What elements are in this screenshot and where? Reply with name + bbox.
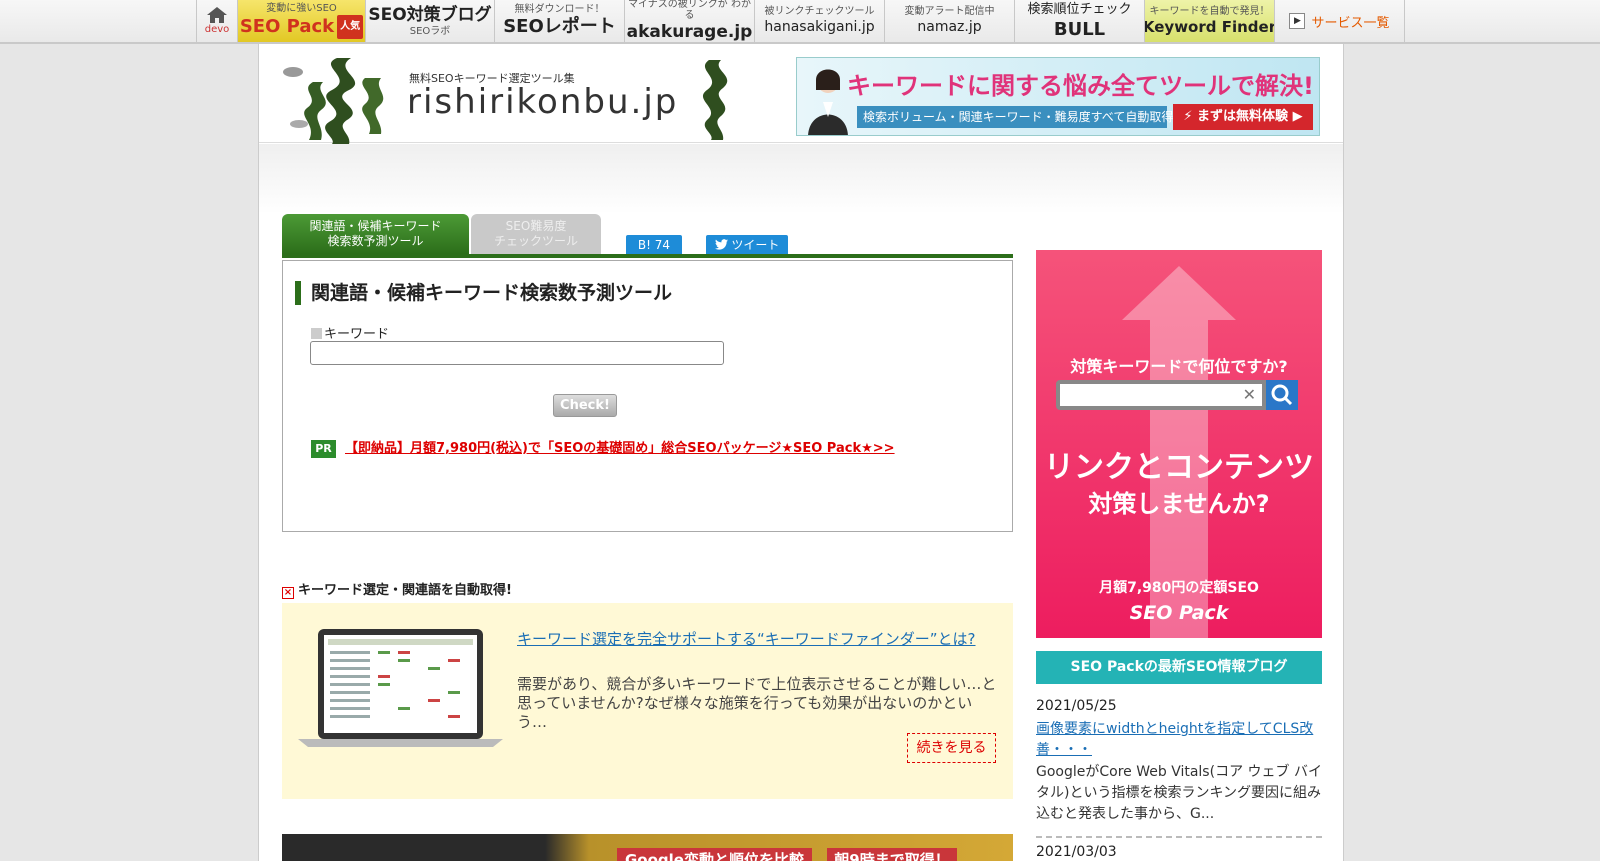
ad-headline-2: 対策しませんか? (1088, 490, 1270, 518)
ad-price: 月額7,980円の定額SEO (1099, 580, 1259, 596)
banner-cta-label: まずは無料体験 (1197, 109, 1289, 124)
keyword-finder-text: 需要があり、競合が多いキーワードで上位表示させることが難しい…と思っていませんか… (517, 675, 997, 731)
nav-bull-title: BULL (1053, 19, 1106, 40)
woman-photo-icon (808, 69, 848, 135)
clear-icon: ✕ (1242, 385, 1256, 404)
nav-services-label: サービス一覧 (1311, 15, 1390, 31)
ad-question: 対策キーワードで何位ですか? (1070, 357, 1288, 376)
keyword-input[interactable] (310, 341, 724, 365)
tab-seo-difficulty-line1: SEO難易度 (505, 219, 567, 233)
blog-post-date: 2021/05/25 (1036, 698, 1117, 714)
blog-divider (1036, 836, 1322, 838)
nav-namaz[interactable]: 変動アラート配信中 namaz.jp (885, 0, 1015, 42)
hatena-bookmark-button[interactable]: B! 74 (626, 235, 682, 256)
blog-post-date-2: 2021/03/03 (1036, 844, 1117, 860)
nav-hanasakigani-sub: 被リンクチェックツール (764, 6, 875, 17)
nav-namaz-sub: 変動アラート配信中 (904, 6, 995, 17)
ad-search-box: ✕ (1056, 380, 1266, 410)
broken-image-icon: × (282, 587, 294, 599)
top-nav: devo 変動に強いSEO SEO Pack 人気 SEO対策ブログ SEOラボ … (0, 0, 1600, 44)
nav-services[interactable]: ▶ サービス一覧 (1275, 0, 1405, 42)
keyword-finder-heading: × キーワード選定・関連語を自動取得! (282, 579, 512, 599)
ad-brand: SEO Pack (1129, 602, 1229, 624)
nav-bull-sub: 検索順位チェック (1027, 2, 1132, 17)
nav-seo-pack-label: SEO Pack (239, 16, 335, 37)
nav-seo-pack-sub: 変動に強いSEO (266, 3, 337, 14)
keyword-label-text: キーワード (324, 327, 390, 342)
page-container: 無料SEOキーワード選定ツール集 rishirikonbu.jp キーワードに関… (258, 44, 1344, 861)
read-more-button[interactable]: 続きを見る (907, 733, 996, 763)
bull-ad-label-2: 朝9時まで取得！ (827, 848, 957, 861)
pr-badge: PR (311, 440, 336, 458)
nav-akakurage-sub: マイナスの被リンクが わかる (628, 0, 751, 21)
tweet-label: ツイート (731, 238, 780, 252)
nav-home-label: devo (204, 24, 230, 35)
seo-pack-pr-link[interactable]: 【即納品】月額7,980円(税込)で「SEOの基礎固め」総合SEOパッケージ★S… (345, 440, 895, 458)
nav-seo-blog-title: SEO対策ブログ (368, 5, 492, 25)
tab-keyword-volume[interactable]: 関連語・候補キーワード 検索数予測ツール (282, 214, 469, 254)
twitter-bird-icon (714, 239, 728, 250)
check-button[interactable]: Check! (553, 394, 617, 417)
keyword-tool-panel: 関連語・候補キーワード検索数予測ツール キーワード Check! PR 【即納品… (282, 260, 1013, 532)
nav-seo-pack-title: SEO Pack 人気 (239, 15, 364, 39)
nav-hanasakigani[interactable]: 被リンクチェックツール hanasakigani.jp (755, 0, 885, 42)
keyword-finder-link[interactable]: キーワード選定を完全サポートする“キーワードファインダー”とは? (517, 628, 976, 649)
top-nav-row: devo 変動に強いSEO SEO Pack 人気 SEO対策ブログ SEOラボ … (196, 0, 1405, 42)
nav-keyword-finder-sub: キーワードを自動で発見！ (1149, 6, 1270, 17)
tool-title: 関連語・候補キーワード検索数予測ツール (295, 281, 672, 305)
nav-home[interactable]: devo (196, 0, 238, 42)
nav-seo-blog-sub: SEOラボ (409, 26, 451, 37)
nav-seo-pack[interactable]: 変動に強いSEO SEO Pack 人気 (238, 0, 366, 42)
blog-post-excerpt: GoogleがCore Web Vitals(コア ウェブ バイタル)という指標… (1036, 764, 1322, 822)
bull-ad-label-1: Google変動と順位を比較 (617, 848, 812, 861)
kelp-small-icon (702, 60, 728, 140)
kelp-logo-icon (283, 58, 384, 144)
tab-seo-difficulty-line2: チェックツール (493, 234, 578, 248)
keyword-ad-banner[interactable]: キーワードに関する悩み全てツールで解決! 検索ボリューム・関連キーワード・難易度… (796, 57, 1320, 136)
nav-seo-blog[interactable]: SEO対策ブログ SEOラボ (366, 0, 495, 42)
popular-badge: 人気 (337, 15, 364, 39)
nav-akakurage-title: akakurage.jp (626, 22, 753, 42)
tab-keyword-volume-line1: 関連語・候補キーワード (309, 219, 442, 233)
banner-headline: キーワードに関する悩み全てツールで解決! (847, 72, 1314, 100)
nav-seo-report-sub: 無料ダウンロード！ (514, 4, 605, 15)
play-icon: ▶ (1289, 13, 1306, 29)
nav-seo-report-title: SEOレポート (503, 16, 616, 37)
keyword-label: キーワード (311, 323, 389, 342)
banner-subtext: 検索ボリューム・関連キーワード・難易度すべて自動取得! (857, 106, 1178, 128)
nav-namaz-title: namaz.jp (917, 19, 982, 35)
site-header: 無料SEOキーワード選定ツール集 rishirikonbu.jp キーワードに関… (259, 44, 1343, 144)
laptop-screenshot-icon (298, 629, 503, 747)
header-divider-band (259, 144, 1343, 214)
nav-bull[interactable]: 検索順位チェック BULL (1015, 0, 1145, 42)
magnifier-icon (1271, 384, 1293, 406)
keyword-finder-heading-text: キーワード選定・関連語を自動取得! (298, 583, 512, 598)
site-logo[interactable]: rishirikonbu.jp (407, 82, 678, 122)
nav-keyword-finder-title: Keyword Finder (1145, 18, 1275, 36)
nav-keyword-finder[interactable]: キーワードを自動で発見！ Keyword Finder (1145, 0, 1275, 42)
tweet-button[interactable]: ツイート (706, 235, 788, 256)
blog-post-link[interactable]: 画像要素にwidthとheightを指定してCLS改善・・・ (1036, 719, 1322, 761)
ad-search-button (1266, 380, 1298, 410)
tab-underline (282, 254, 1013, 258)
tab-keyword-volume-line2: 検索数予測ツール (327, 234, 424, 248)
bull-ad-banner[interactable]: Google変動と順位を比較 朝9時まで取得！ (282, 834, 1013, 861)
square-bullet-icon (311, 328, 322, 339)
home-icon (207, 7, 227, 23)
ad-headline-1: リンクとコンテンツ (1044, 450, 1314, 485)
tab-seo-difficulty[interactable]: SEO難易度 チェックツール (471, 214, 601, 254)
nav-seo-report[interactable]: 無料ダウンロード！ SEOレポート (495, 0, 625, 42)
keyword-finder-box: キーワード選定を完全サポートする“キーワードファインダー”とは? 需要があり、競… (282, 603, 1013, 799)
seo-pack-sidebar-ad[interactable]: 対策キーワードで何位ですか? ✕ リンクとコンテンツ 対策しませんか? 月額7,… (1036, 250, 1322, 638)
nav-akakurage[interactable]: マイナスの被リンクが わかる akakurage.jp (625, 0, 755, 42)
nav-hanasakigani-title: hanasakigani.jp (764, 19, 875, 35)
blog-section-header[interactable]: SEO Packの最新SEO情報ブログ (1036, 651, 1322, 684)
banner-cta-button[interactable]: ⚡ まずは無料体験 ▶ (1173, 104, 1313, 130)
